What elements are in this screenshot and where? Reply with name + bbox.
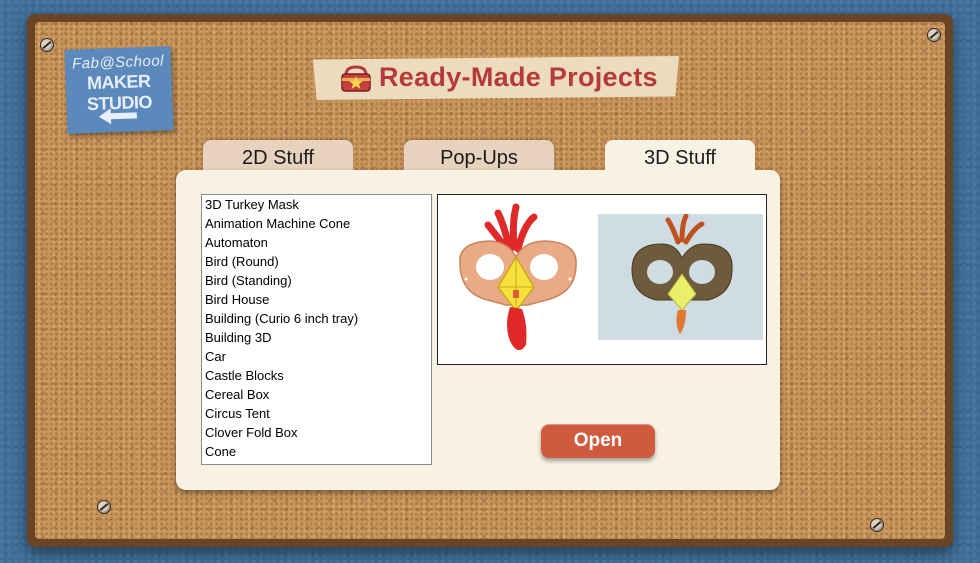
list-item[interactable]: Animation Machine Cone: [202, 214, 431, 233]
list-item[interactable]: Bird (Standing): [202, 271, 431, 290]
list-item[interactable]: 3D Turkey Mask: [202, 195, 431, 214]
list-item[interactable]: Building (Curio 6 inch tray): [202, 309, 431, 328]
list-item[interactable]: Automaton: [202, 233, 431, 252]
treasure-box-icon: [341, 65, 371, 92]
list-item[interactable]: Car: [202, 347, 431, 366]
turkey-mask-photo-image: [631, 213, 733, 334]
list-item[interactable]: Castle Blocks: [202, 366, 431, 385]
open-button[interactable]: Open: [541, 424, 655, 458]
back-logo-button[interactable]: Fab@School MAKER STUDIO: [64, 46, 174, 134]
list-item[interactable]: Building 3D: [202, 328, 431, 347]
project-list[interactable]: 3D Turkey Mask Animation Machine Cone Au…: [201, 194, 432, 465]
screw-top-left: [40, 38, 54, 52]
list-item[interactable]: Circus Tent: [202, 404, 431, 423]
list-item[interactable]: Cereal Box: [202, 385, 431, 404]
screw-bottom-left: [97, 500, 111, 514]
page-title: Ready-Made Projects: [379, 62, 658, 92]
turkey-mask-photo: [598, 213, 763, 340]
title-banner: Ready-Made Projects: [313, 56, 679, 100]
list-item[interactable]: Bird (Round): [202, 252, 431, 271]
list-item[interactable]: Bird House: [202, 290, 431, 309]
list-item[interactable]: Cone: [202, 442, 431, 461]
tab-3d-stuff[interactable]: 3D Stuff: [605, 140, 755, 176]
turkey-mask-pattern-image: [459, 203, 577, 351]
screw-bottom-right: [870, 518, 884, 532]
list-item[interactable]: Clover Fold Box: [202, 423, 431, 442]
project-preview: [437, 194, 767, 365]
screw-top-right: [927, 28, 941, 42]
back-arrow-icon: [98, 108, 138, 125]
